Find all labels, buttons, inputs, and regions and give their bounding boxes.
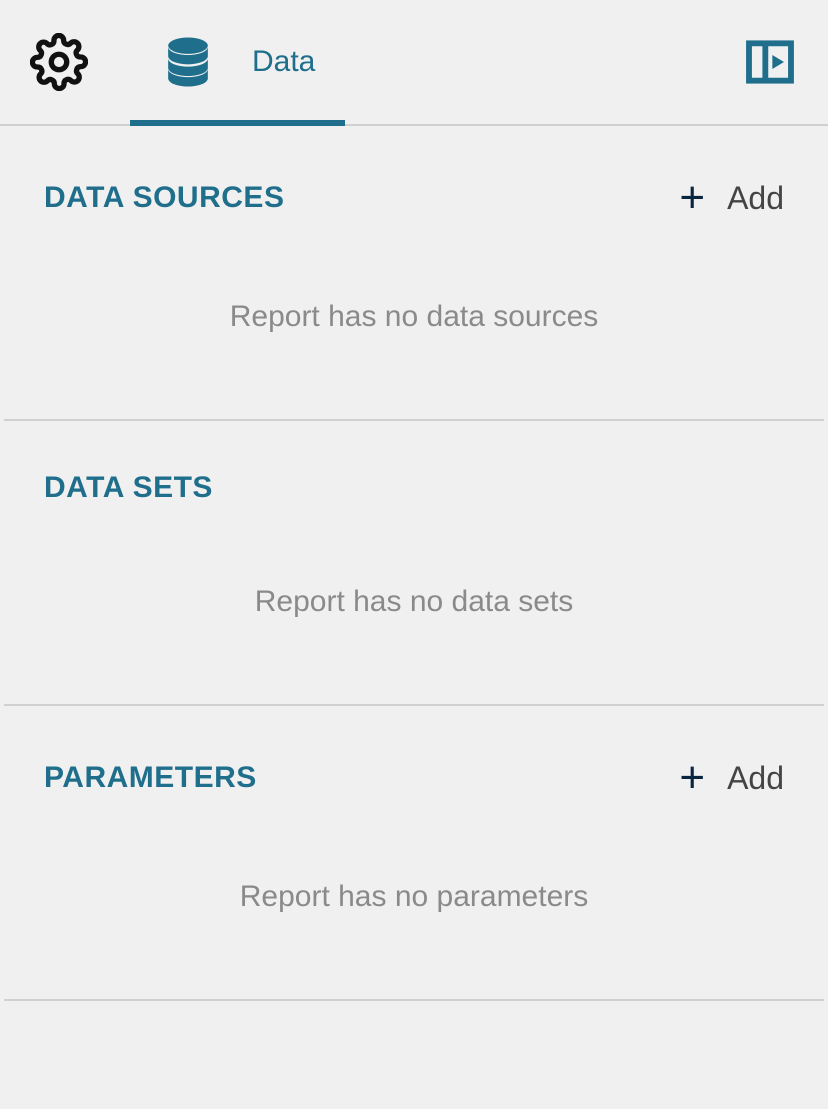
add-data-source-button[interactable]: + Add (679, 176, 784, 220)
panel-collapse-icon (742, 34, 798, 90)
collapse-panel-button[interactable] (728, 0, 798, 124)
add-data-source-label: Add (727, 180, 784, 217)
data-sets-empty-message: Report has no data sets (44, 585, 784, 674)
plus-icon: + (679, 176, 705, 220)
parameters-empty-message: Report has no parameters (44, 880, 784, 969)
database-icon (160, 34, 216, 90)
data-tab[interactable]: Data (130, 0, 345, 124)
parameters-section: PARAMETERS + Add Report has no parameter… (4, 706, 824, 1001)
gear-icon (30, 33, 88, 91)
settings-tab[interactable] (30, 0, 130, 124)
parameters-title: PARAMETERS (44, 761, 257, 795)
data-sources-empty-message: Report has no data sources (44, 300, 784, 389)
parameters-header: PARAMETERS + Add (44, 756, 784, 800)
data-sources-section: DATA SOURCES + Add Report has no data so… (4, 126, 824, 421)
add-parameter-button[interactable]: + Add (679, 756, 784, 800)
data-sets-section: DATA SETS Report has no data sets (4, 421, 824, 706)
plus-icon: + (679, 756, 705, 800)
top-toolbar: Data (0, 0, 828, 126)
data-tab-label: Data (252, 45, 315, 79)
add-parameter-label: Add (727, 760, 784, 797)
data-sources-header: DATA SOURCES + Add (44, 176, 784, 220)
data-sources-title: DATA SOURCES (44, 181, 284, 215)
data-sets-title: DATA SETS (44, 471, 213, 505)
data-sets-header: DATA SETS (44, 471, 784, 505)
